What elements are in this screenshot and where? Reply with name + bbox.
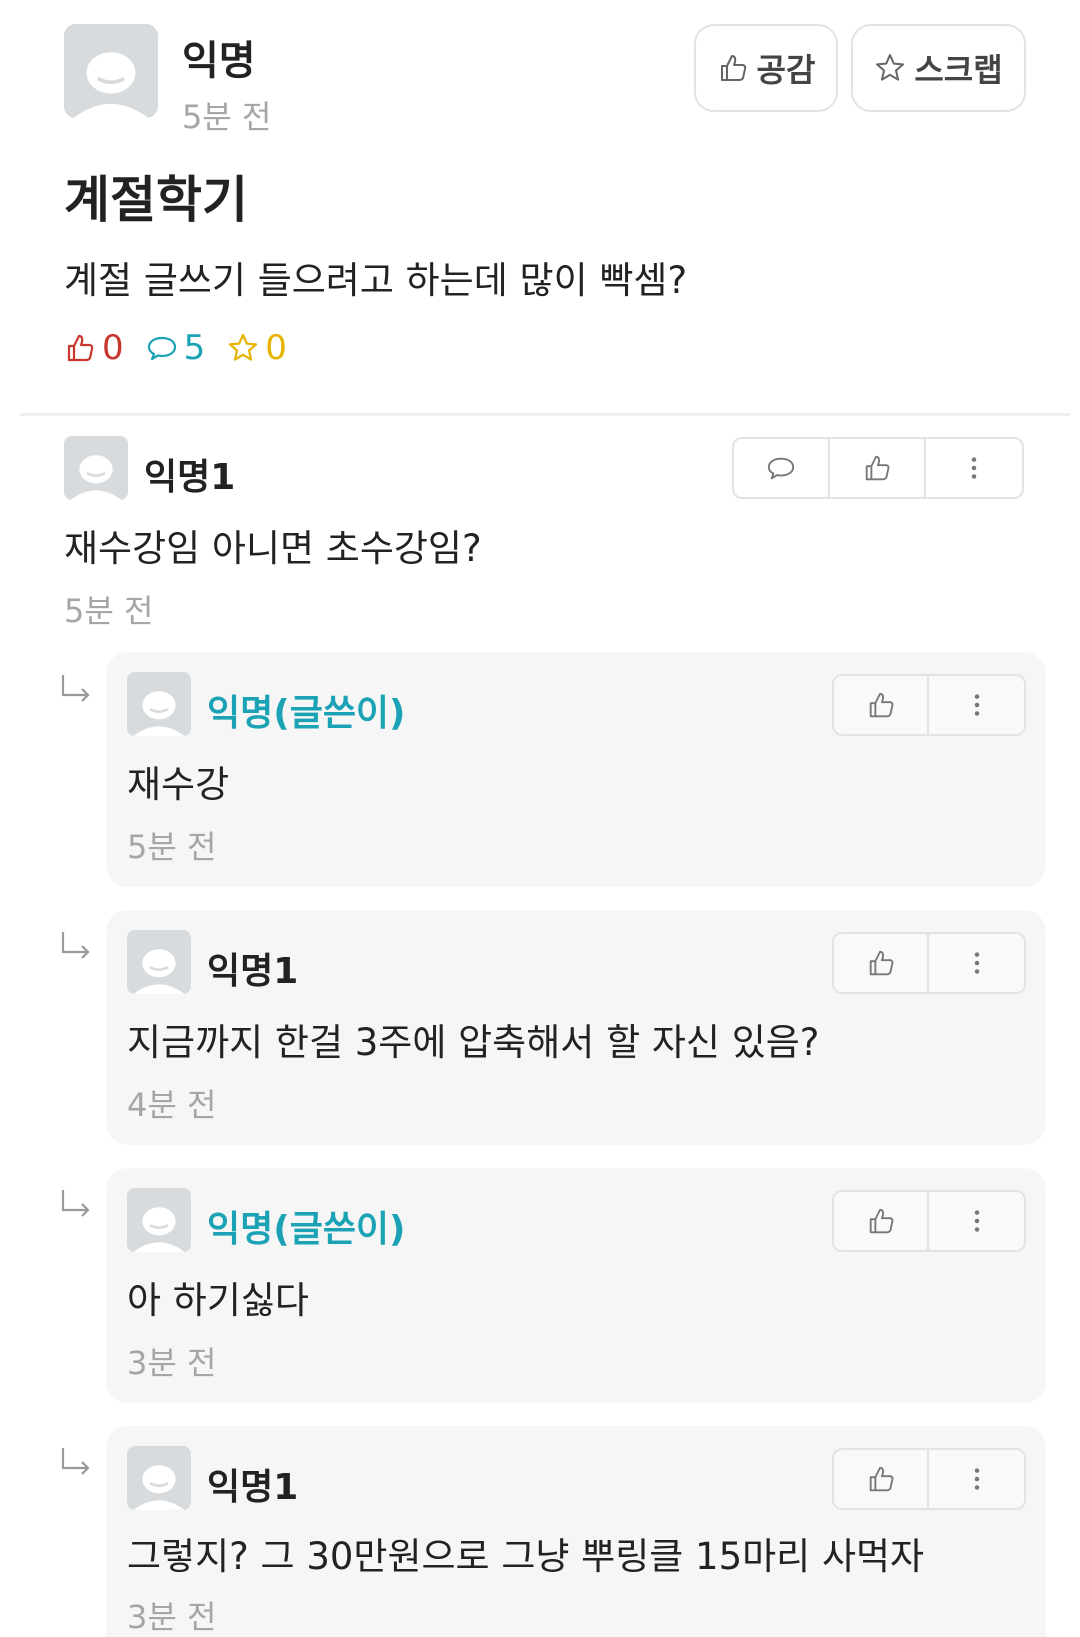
avatar-placeholder-icon <box>127 930 191 994</box>
reply-avatar <box>127 930 191 994</box>
scrap-count: 0 <box>227 328 287 368</box>
reply-like-button[interactable] <box>834 1450 930 1508</box>
reply-arrow-icon <box>61 1190 90 1217</box>
comment-avatar <box>64 436 128 500</box>
speech-bubble-icon <box>767 457 795 480</box>
scrap-button-label: 스크랩 <box>914 51 1003 89</box>
post-time: 5분 전 <box>182 98 272 136</box>
reply-like-button[interactable] <box>834 1192 930 1250</box>
thumbs-up-icon <box>869 1466 893 1492</box>
post-body: 계절 글쓰기 들으려고 하는데 많이 빡셈? <box>64 259 688 302</box>
more-vertical-icon <box>974 1210 979 1232</box>
reply-arrow-icon <box>61 675 90 702</box>
like-count: 0 <box>64 328 124 368</box>
post-stats: 0 5 0 <box>64 328 309 368</box>
reply-author: 익명(글쓴이) <box>207 693 406 734</box>
thumbs-up-icon <box>67 334 94 362</box>
like-button-label: 공감 <box>756 51 816 89</box>
author-avatar <box>64 24 158 118</box>
thumbs-up-icon <box>720 55 746 81</box>
thumbs-up-icon <box>869 950 893 976</box>
post-title: 계절학기 <box>64 171 248 229</box>
reply-author: 익명1 <box>207 1467 299 1508</box>
comment-like-button[interactable] <box>830 439 926 497</box>
comment-actions <box>732 437 1024 499</box>
reply-actions <box>832 1190 1026 1252</box>
comment-time: 5분 전 <box>64 592 154 630</box>
thumbs-up-icon <box>865 455 890 481</box>
reply-actions <box>832 1448 1026 1510</box>
reply-actions <box>832 674 1026 736</box>
divider <box>20 413 1070 416</box>
more-vertical-icon <box>974 1468 979 1490</box>
more-options-button[interactable] <box>926 439 1022 497</box>
reply-like-button[interactable] <box>834 676 930 734</box>
reply-time: 4분 전 <box>127 1086 217 1124</box>
reply-text: 지금까지 한걸 3주에 압축해서 할 자신 있음? <box>127 1021 820 1064</box>
comment-count-value: 5 <box>183 328 206 368</box>
avatar-placeholder-icon <box>127 672 191 736</box>
like-count-value: 0 <box>102 328 124 368</box>
comment-count: 5 <box>146 328 206 368</box>
thumbs-up-icon <box>869 692 893 718</box>
scrap-button[interactable]: 스크랩 <box>851 24 1026 112</box>
more-options-button[interactable] <box>929 1450 1024 1508</box>
comment-author: 익명1 <box>144 457 236 498</box>
reply-button[interactable] <box>734 439 830 497</box>
reply-avatar <box>127 672 191 736</box>
reply-time: 3분 전 <box>127 1598 217 1636</box>
star-icon <box>229 333 258 361</box>
more-options-button[interactable] <box>929 676 1024 734</box>
reply-avatar <box>127 1188 191 1252</box>
reply-text: 아 하기싫다 <box>127 1279 309 1322</box>
like-button[interactable]: 공감 <box>694 24 838 112</box>
reply-author: 익명1 <box>207 951 299 992</box>
more-vertical-icon <box>974 694 979 716</box>
reply-arrow-icon <box>61 1448 90 1475</box>
avatar-placeholder-icon <box>64 436 128 500</box>
reply-actions <box>832 932 1026 994</box>
more-options-button[interactable] <box>929 934 1024 992</box>
reply-avatar <box>127 1446 191 1510</box>
reply-text: 재수강 <box>127 763 230 806</box>
reply-time: 5분 전 <box>127 828 217 866</box>
thumbs-up-icon <box>869 1208 893 1234</box>
avatar-placeholder-icon <box>127 1446 191 1510</box>
reply-like-button[interactable] <box>834 934 930 992</box>
avatar-placeholder-icon <box>64 24 158 118</box>
speech-bubble-icon <box>147 336 176 361</box>
reply-text: 그렇지? 그 30만원으로 그냥 뿌링클 15마리 사먹자 <box>127 1535 925 1578</box>
comment-text: 재수강임 아니면 초수강임? <box>64 527 482 570</box>
reply-author: 익명(글쓴이) <box>207 1209 406 1250</box>
post-author: 익명 <box>182 38 256 84</box>
star-icon <box>876 54 905 81</box>
avatar-placeholder-icon <box>127 1188 191 1252</box>
more-options-button[interactable] <box>929 1192 1024 1250</box>
scrap-count-value: 0 <box>265 328 287 368</box>
reply-item: 익명(글쓴이) 아 하기싫다 3분 전 <box>106 1168 1046 1403</box>
more-vertical-icon <box>971 457 977 479</box>
reply-arrow-icon <box>61 932 90 959</box>
reply-item: 익명1 그렇지? 그 30만원으로 그냥 뿌링클 15마리 사먹자 3분 전 <box>106 1426 1046 1637</box>
more-vertical-icon <box>974 952 979 974</box>
reply-time: 3분 전 <box>127 1344 217 1382</box>
reply-item: 익명1 지금까지 한걸 3주에 압축해서 할 자신 있음? 4분 전 <box>106 910 1046 1145</box>
reply-item: 익명(글쓴이) 재수강 5분 전 <box>106 652 1046 887</box>
